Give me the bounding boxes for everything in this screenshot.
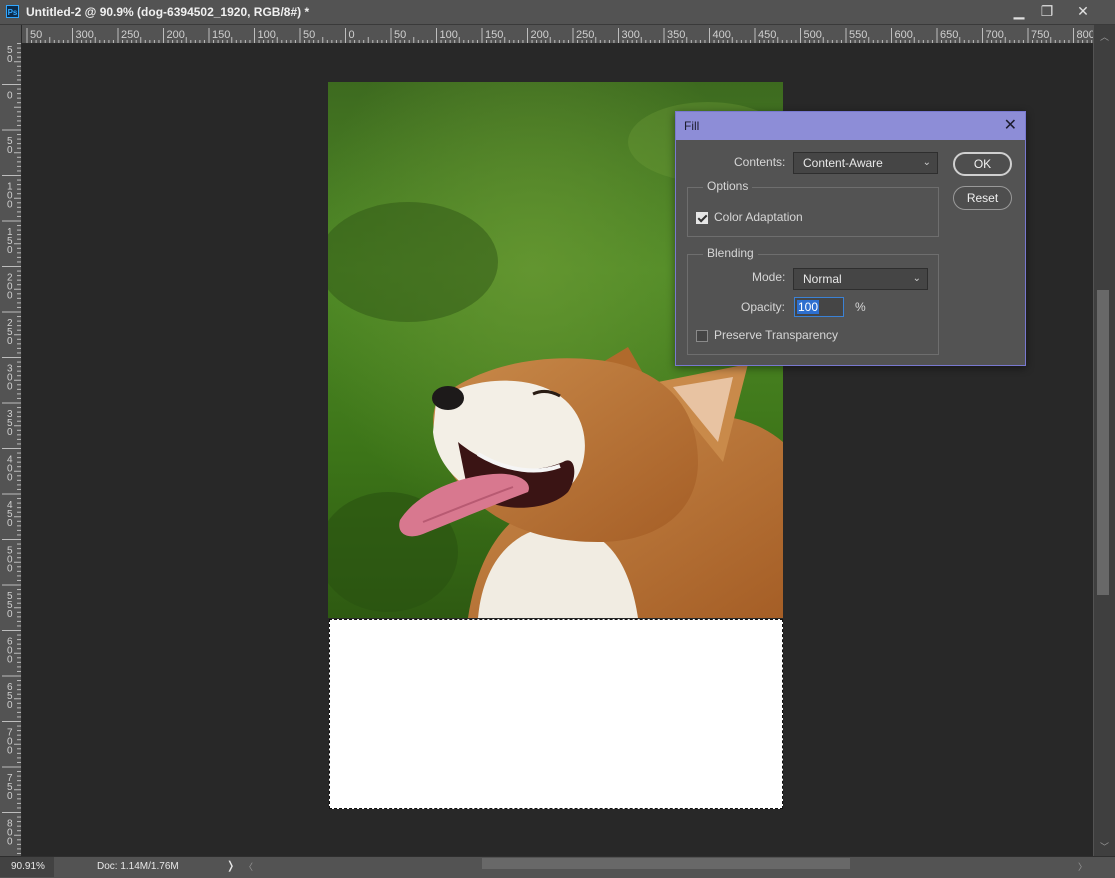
- opacity-input[interactable]: 100: [794, 297, 844, 317]
- ruler-label: 0: [7, 200, 13, 211]
- ruler-label: 200: [531, 29, 549, 41]
- ruler-label: 750: [1031, 29, 1049, 41]
- ruler-label: 450: [758, 29, 776, 41]
- ruler-label: 0: [349, 29, 355, 41]
- ruler-label: 50: [303, 29, 315, 41]
- ruler-label: 600: [895, 29, 913, 41]
- ruler-label: 300: [622, 29, 640, 41]
- mode-label: Mode:: [752, 270, 786, 284]
- ok-button[interactable]: OK: [953, 152, 1012, 176]
- close-icon[interactable]: ✕: [1066, 0, 1100, 24]
- horizontal-ruler-ticks: 50 300 250 200 150 100 50 0 50 100 150 200 250 300 350…: [26, 28, 1094, 43]
- ruler-label: 650: [940, 29, 958, 41]
- preserve-transparency-label[interactable]: Preserve Transparency: [714, 328, 838, 342]
- maximize-icon[interactable]: ❐: [1030, 0, 1064, 24]
- zoom-field[interactable]: 90.91%: [0, 857, 54, 877]
- ruler-label: 0: [7, 245, 13, 256]
- ruler-label: 0: [7, 609, 13, 620]
- mode-select[interactable]: Normal ⌄: [793, 268, 928, 290]
- title-bar: Ps Untitled-2 @ 90.9% (dog-6394502_1920,…: [0, 0, 1115, 25]
- scroll-right-icon[interactable]: 〉: [1078, 860, 1087, 873]
- opacity-value: 100: [797, 300, 820, 314]
- scroll-up-icon[interactable]: ︿: [1100, 30, 1109, 43]
- ruler-label: 0: [7, 427, 13, 438]
- ruler-label: 0: [7, 91, 13, 102]
- ruler-label: 550: [849, 29, 867, 41]
- vertical-scroll-thumb[interactable]: [1097, 290, 1109, 595]
- ruler-label: 0: [7, 837, 13, 848]
- ruler-label: 0: [7, 655, 13, 666]
- ruler-label: 350: [667, 29, 685, 41]
- preserve-transparency-checkbox[interactable]: [696, 330, 708, 342]
- ruler-corner: [0, 25, 22, 44]
- dialog-title-bar: Fill ✕: [676, 112, 1025, 140]
- ruler-label: 0: [7, 382, 13, 393]
- scroll-down-icon[interactable]: ﹀: [1100, 840, 1109, 853]
- status-menu-arrow-icon[interactable]: ❭: [226, 859, 235, 872]
- ruler-label: 500: [804, 29, 822, 41]
- doc-info[interactable]: Doc: 1.14M/1.76M: [97, 861, 179, 872]
- chevron-down-icon: ⌄: [922, 157, 931, 168]
- contents-select[interactable]: Content-Aware ⌄: [793, 152, 938, 174]
- ruler-label: 0: [7, 746, 13, 757]
- ruler-label: 0: [7, 473, 13, 484]
- reset-button[interactable]: Reset: [953, 186, 1012, 210]
- ruler-label: 0: [7, 518, 13, 529]
- ruler-label: 0: [7, 336, 13, 347]
- percent-label: %: [855, 300, 866, 314]
- vertical-ruler-ticks: 5005010015020025030035040045050055060065…: [2, 43, 21, 854]
- blending-legend: Blending: [703, 246, 758, 260]
- fill-dialog: Fill ✕ Contents: Content-Aware ⌄ OK Rese…: [675, 111, 1026, 366]
- ruler-label: 0: [7, 145, 13, 156]
- document-title: Untitled-2 @ 90.9% (dog-6394502_1920, RG…: [26, 5, 310, 19]
- mode-value: Normal: [803, 272, 842, 286]
- color-adaptation-label[interactable]: Color Adaptation: [714, 210, 803, 224]
- ruler-label: 150: [485, 29, 503, 41]
- photoshop-app-icon: Ps: [6, 5, 19, 18]
- ruler-label: 800: [1077, 29, 1094, 41]
- ruler-label: 200: [167, 29, 185, 41]
- ruler-label: 0: [7, 291, 13, 302]
- contents-label: Contents:: [734, 155, 786, 169]
- vertical-ruler[interactable]: 5005010015020025030035040045050055060065…: [0, 43, 22, 856]
- horizontal-scroll-thumb[interactable]: [482, 858, 850, 869]
- ruler-label: 0: [7, 700, 13, 711]
- ruler-label: 300: [76, 29, 94, 41]
- chevron-down-icon: ⌄: [912, 273, 921, 284]
- dialog-title: Fill: [684, 119, 700, 133]
- ruler-label: 250: [576, 29, 594, 41]
- contents-value: Content-Aware: [803, 156, 883, 170]
- ruler-label: 50: [394, 29, 406, 41]
- ruler-label: 250: [121, 29, 139, 41]
- scroll-left-icon[interactable]: 〈: [244, 860, 253, 873]
- ruler-label: 400: [713, 29, 731, 41]
- ruler-label: 50: [30, 29, 42, 41]
- ruler-label: 0: [7, 54, 13, 65]
- color-adaptation-checkbox[interactable]: [696, 212, 708, 224]
- ruler-label: 0: [7, 791, 13, 802]
- horizontal-ruler[interactable]: 50 300 250 200 150 100 50 0 50 100 150 200 250 300 350…: [22, 25, 1093, 44]
- ruler-label: 150: [212, 29, 230, 41]
- opacity-label: Opacity:: [741, 300, 786, 314]
- ruler-label: 100: [258, 29, 276, 41]
- options-legend: Options: [703, 179, 753, 193]
- ruler-label: 100: [440, 29, 458, 41]
- selection-area[interactable]: [329, 619, 783, 809]
- ruler-label: 700: [986, 29, 1004, 41]
- close-icon[interactable]: ✕: [1004, 112, 1017, 140]
- ruler-label: 0: [7, 564, 13, 575]
